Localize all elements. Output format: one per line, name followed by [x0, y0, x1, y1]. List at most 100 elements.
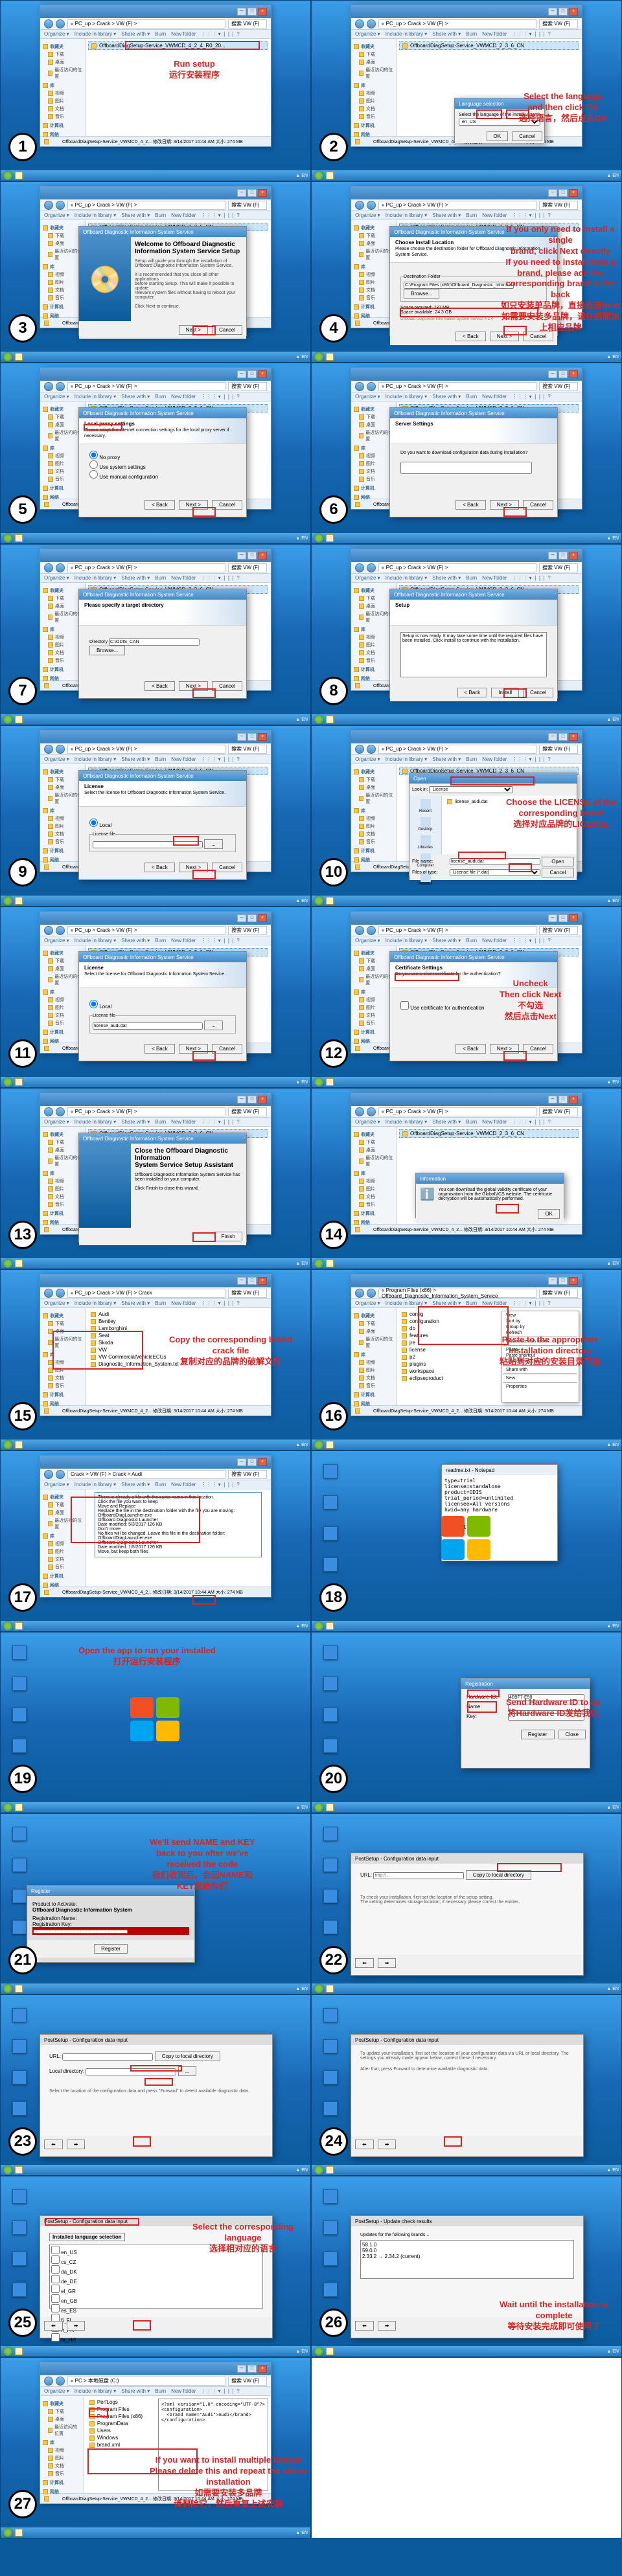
minimize-button[interactable]: ─	[237, 8, 246, 16]
nav-item[interactable]: 视频	[43, 452, 82, 460]
nav-group[interactable]: 网络	[43, 856, 82, 864]
taskbar-item[interactable]	[15, 1260, 23, 1267]
toolbar-item[interactable]: ⋮⋮⋮ ▾ ❘❘❘ ?	[201, 938, 239, 943]
nav-group[interactable]: 网络	[354, 493, 393, 501]
toolbar-item[interactable]: Organize ▾	[355, 212, 380, 218]
start-button[interactable]	[314, 1803, 323, 1812]
forward-button[interactable]	[56, 2377, 65, 2386]
toolbar-item[interactable]: Burn	[155, 938, 166, 943]
nav-item[interactable]: 桌面	[354, 784, 393, 791]
search-field[interactable]: 搜索 VW (F)	[539, 1289, 578, 1298]
nav-item[interactable]: 视频	[43, 815, 82, 822]
toolbar-item[interactable]: Share with ▾	[432, 575, 461, 581]
desktop-icon[interactable]	[321, 1557, 340, 1572]
forward-button[interactable]	[56, 382, 65, 391]
desktop-icon[interactable]	[321, 1858, 340, 1872]
nav-group[interactable]: 库	[43, 1351, 82, 1359]
forward-button[interactable]	[56, 926, 65, 935]
maximize-button[interactable]: □	[248, 914, 257, 922]
close-button[interactable]: ×	[569, 914, 578, 922]
nav-item[interactable]: 图片	[354, 1366, 393, 1374]
taskbar-item[interactable]	[15, 2529, 23, 2536]
forward-button[interactable]: ➡	[378, 2321, 397, 2331]
nav-item[interactable]: 最近访问的位置	[43, 2423, 81, 2437]
proxy-radio[interactable]	[89, 460, 98, 469]
toolbar-item[interactable]: Include in library ▾	[386, 756, 428, 762]
minimize-button[interactable]: ─	[237, 552, 246, 559]
nav-item[interactable]: 音乐	[354, 1019, 393, 1027]
nav-group[interactable]: 网络	[354, 1400, 393, 1408]
nav-group[interactable]: 网络	[354, 856, 393, 864]
nav-item[interactable]: 下载	[43, 51, 82, 58]
toolbar-item[interactable]: ⋮⋮⋮ ▾ ❘❘❘ ?	[201, 31, 239, 37]
desktop-icon[interactable]	[321, 1827, 340, 1841]
close-button[interactable]: ×	[569, 733, 578, 741]
context-item[interactable]: Sort by	[503, 1318, 577, 1324]
nav-item[interactable]: 最近访问的位置	[354, 429, 393, 443]
toolbar-item[interactable]: Include in library ▾	[386, 1300, 428, 1306]
nav-item[interactable]: 下载	[43, 232, 82, 240]
nav-group[interactable]: 网络	[43, 312, 82, 320]
nav-item[interactable]: 最近访问的位置	[354, 1335, 393, 1350]
path-field[interactable]: Crack > VW (F) > Crack > Audi	[67, 1470, 225, 1479]
toolbar-item[interactable]: Include in library ▾	[75, 1119, 117, 1125]
back-button[interactable]	[355, 563, 364, 572]
cancel-button[interactable]: Cancel	[512, 131, 542, 141]
search-field[interactable]: 搜索 VW (F)	[539, 1107, 578, 1116]
nav-item[interactable]: 视频	[354, 996, 393, 1004]
nav-item[interactable]: 最近访问的位置	[43, 1154, 82, 1168]
nav-item[interactable]: 最近访问的位置	[43, 1517, 82, 1531]
language-list[interactable]: en_US cs_CZ da_DK de_DE el_GR en_GB es_E…	[49, 2244, 263, 2309]
desktop-icon[interactable]	[321, 2283, 340, 2297]
nav-item[interactable]: 文档	[43, 1374, 82, 1382]
search-field[interactable]: 搜索 VW (F)	[228, 201, 267, 210]
toolbar-item[interactable]: ⋮⋮⋮ ▾ ❘❘❘ ?	[512, 575, 550, 581]
nav-group[interactable]: 网络	[354, 131, 393, 139]
forward-button[interactable]: ➡	[378, 1958, 397, 1968]
start-button[interactable]	[3, 171, 12, 180]
minimize-button[interactable]: ─	[237, 733, 246, 741]
nav-item[interactable]: 音乐	[43, 113, 82, 120]
minimize-button[interactable]: ─	[548, 189, 557, 197]
nav-item[interactable]: 桌面	[354, 1146, 393, 1154]
nav-item[interactable]: 下载	[43, 1320, 82, 1328]
nav-item[interactable]: 最近访问的位置	[43, 610, 82, 624]
search-field[interactable]: 搜索 VW (F)	[228, 745, 267, 754]
wizard-button[interactable]: Next >	[490, 500, 519, 510]
back-button[interactable]	[44, 382, 53, 391]
nav-item[interactable]: 音乐	[354, 294, 393, 302]
toolbar-item[interactable]: ⋮⋮⋮ ▾ ❘❘❘ ?	[201, 2388, 239, 2394]
toolbar-item[interactable]: Burn	[155, 1119, 166, 1125]
close-button[interactable]: ×	[258, 8, 267, 16]
path-field[interactable]: « PC_up > Crack > VW (F) >	[67, 563, 225, 572]
search-field[interactable]: 搜索 VW (F)	[228, 19, 267, 28]
start-button[interactable]	[3, 1259, 12, 1268]
file-row[interactable]: Seat	[88, 1332, 268, 1339]
search-field[interactable]: 搜索 VW (F)	[228, 926, 267, 935]
nav-item[interactable]: 最近访问的位置	[354, 973, 393, 987]
desktop-icon[interactable]	[321, 2039, 340, 2053]
toolbar-item[interactable]: Share with ▾	[432, 394, 461, 400]
nav-item[interactable]: 视频	[43, 1177, 82, 1185]
toolbar-item[interactable]: New folder	[482, 31, 507, 37]
taskbar-item[interactable]	[15, 897, 23, 905]
nav-item[interactable]: 桌面	[43, 240, 82, 247]
taskbar-item[interactable]	[326, 353, 334, 361]
wizard-button[interactable]: Cancel	[523, 500, 553, 510]
back-button[interactable]	[355, 382, 364, 391]
back-button[interactable]	[44, 1107, 53, 1116]
nav-item[interactable]: 图片	[354, 641, 393, 649]
file-row[interactable]: OffboardDiagSetup-Service_VWMCD_2_3_6_CN	[399, 1129, 579, 1138]
nav-item[interactable]: 下载	[43, 1138, 82, 1146]
file-row[interactable]: Windows	[87, 2434, 158, 2441]
toolbar-item[interactable]: New folder	[171, 1300, 196, 1306]
start-button[interactable]	[314, 715, 323, 724]
context-item[interactable]: View	[503, 1313, 577, 1318]
toolbar-item[interactable]: Burn	[155, 212, 166, 218]
nav-group[interactable]: 库	[354, 82, 393, 89]
close-button[interactable]: ×	[258, 2365, 267, 2373]
back-button[interactable]	[44, 1470, 53, 1479]
context-item[interactable]: Refresh	[503, 1330, 577, 1336]
nav-item[interactable]: 下载	[43, 594, 82, 602]
nav-item[interactable]: 音乐	[43, 838, 82, 846]
